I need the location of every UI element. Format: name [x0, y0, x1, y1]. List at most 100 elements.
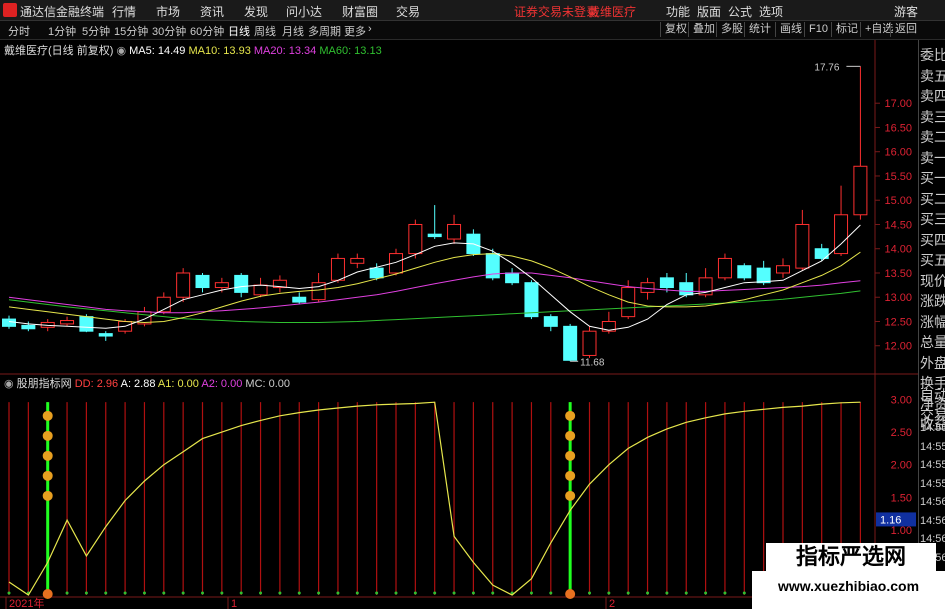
candle-body [756, 267, 771, 284]
period-1min[interactable]: 1分钟 [48, 23, 76, 39]
baseline-dot [452, 591, 456, 595]
date-axis-label: 2 [609, 598, 615, 609]
period-5min[interactable]: 5分钟 [82, 23, 110, 39]
price-axis-label: 12.50 [884, 316, 912, 328]
menu-item-trade[interactable]: 交易 [396, 3, 420, 20]
menu-item-options[interactable]: 选项 [759, 3, 783, 20]
menu-item-function[interactable]: 功能 [666, 3, 690, 20]
period-15min[interactable]: 15分钟 [114, 23, 148, 39]
multi-stock-button[interactable]: 多股 [716, 22, 747, 37]
menu-item-news[interactable]: 资讯 [200, 3, 224, 20]
quote-label-14: 总量 [920, 334, 945, 350]
price-axis-label: 14.50 [884, 219, 912, 231]
candle-body [60, 320, 75, 325]
ma20-line [8, 272, 861, 314]
a2-label: A2: 0.00 [201, 378, 243, 390]
candle-body [582, 330, 597, 356]
menu-item-layout[interactable]: 版面 [697, 3, 721, 20]
candle-body [408, 223, 423, 255]
stats-button[interactable]: 统计 [744, 22, 775, 37]
period-weekly[interactable]: 周线 [254, 23, 276, 39]
menu-item-quotes[interactable]: 行情 [112, 3, 136, 20]
quote-label-11: 现价 [920, 272, 945, 289]
app-title: 通达信金融终端 [20, 5, 105, 19]
candle-body [447, 223, 462, 240]
main-legend: 戴维医疗(日线 前复权) ◉ MA5: 14.49 MA10: 13.93 MA… [4, 42, 382, 58]
high-price-label: 17.76 [814, 62, 839, 73]
period-60min[interactable]: 60分钟 [190, 23, 224, 39]
chart-area[interactable]: 17.00 16.50 16.00 15.50 15.00 14.50 14.00 13.50… [0, 40, 918, 609]
candle-body [234, 274, 249, 293]
menu-item-wealth[interactable]: 财富圈 [342, 3, 378, 20]
draw-line-button[interactable]: 画线 [775, 22, 806, 37]
candle-body [717, 257, 732, 279]
period-multi[interactable]: 多周期 [308, 23, 341, 39]
period-intraday[interactable]: 分时 [8, 23, 30, 39]
candle-body [563, 325, 578, 361]
dd-label: DD: 2.96 [74, 378, 119, 390]
price-axis-label: 16.00 [884, 147, 912, 159]
price-axis-label: 15.00 [884, 195, 912, 207]
quote-label-13: 涨幅 [920, 313, 945, 330]
baseline-dot [491, 591, 495, 595]
user-label[interactable]: 游客 [894, 3, 918, 20]
trade-time-3: 14:55 [920, 477, 945, 490]
baseline-dot [181, 591, 185, 595]
baseline-dot [588, 591, 591, 595]
f10-button[interactable]: F10 [804, 22, 832, 37]
money-bag-icon [565, 430, 576, 441]
period-more[interactable]: 更多 [344, 23, 366, 39]
a-label: A: 2.88 [120, 378, 156, 390]
baseline-dot [278, 591, 282, 595]
candle-body [505, 272, 520, 284]
ma20-label: MA20: 13.34 [253, 45, 317, 57]
menu-item-ask[interactable]: 问小达 [286, 3, 322, 20]
period-30min[interactable]: 30分钟 [152, 23, 186, 39]
money-bag-icon [42, 490, 53, 501]
low-price-label: 11.68 [580, 357, 605, 368]
a1-label: A1: 0.00 [157, 378, 199, 390]
baseline-dot [317, 591, 321, 595]
indicator-axis-label: 1.00 [891, 525, 912, 537]
candle-body [524, 282, 539, 318]
menu-item-formula[interactable]: 公式 [728, 3, 752, 20]
candle-body [776, 265, 790, 274]
trade-time-1: 14:55 [920, 440, 945, 453]
baseline-dot [297, 591, 301, 595]
quote-label-6: 买一 [920, 170, 945, 186]
trade-time-5: 14:56 [920, 514, 945, 527]
baseline-dot [529, 591, 533, 595]
back-button[interactable]: 返回 [890, 22, 921, 37]
money-bag-icon [565, 410, 576, 421]
period-daily[interactable]: 日线 [228, 23, 250, 39]
period-monthly[interactable]: 月线 [282, 23, 304, 39]
mark-button[interactable]: 标记 [831, 22, 862, 37]
adjust-button[interactable]: 复权 [660, 22, 691, 37]
indicator-axis-label: 3.00 [891, 395, 912, 407]
quote-label-12: 涨跌 [920, 293, 945, 309]
menu-item-discover[interactable]: 发现 [244, 3, 268, 20]
indicator-value-label: 1.16 [880, 514, 901, 526]
quote-label-19: 自动 [920, 387, 945, 403]
quote-label-2: 卖四 [920, 88, 945, 104]
indicator-legend: ◉ 股朋指标网 DD: 2.96 A: 2.88 A1: 0.00 A2: 0.… [4, 375, 290, 391]
app-logo-icon [3, 3, 17, 17]
date-axis-label: 1 [231, 598, 237, 609]
trade-time-4: 14:56 [920, 496, 945, 508]
baseline-dot [433, 591, 437, 595]
baseline-dot [684, 591, 688, 595]
period-toolbar: 分时 1分钟 5分钟 15分钟 30分钟 60分钟 日线 周线 月线 多周期 更… [0, 21, 945, 40]
trade-login-notice[interactable]: 证券交易未登录 [514, 3, 598, 20]
quote-label-1: 卖五 [920, 67, 945, 84]
overlay-button[interactable]: 叠加 [688, 22, 719, 37]
menu-item-market[interactable]: 市场 [156, 3, 180, 20]
indicator-settings-icon[interactable]: ◉ [4, 378, 14, 390]
settings-circle-icon[interactable]: ◉ [116, 45, 126, 57]
chevron-right-icon[interactable]: › [368, 23, 372, 35]
price-axis-label: 13.00 [884, 292, 912, 304]
current-stock-name: 戴维医疗 [588, 5, 637, 19]
watermark-url: www.xuezhibiao.com [777, 578, 920, 594]
menu-bar: 通达信金融终端 行情 市场 资讯 发现 问小达 财富圈 交易 证券交易未登录 戴… [0, 0, 945, 21]
trade-time-0: 14:55 [920, 422, 945, 434]
baseline-dot [104, 591, 108, 595]
